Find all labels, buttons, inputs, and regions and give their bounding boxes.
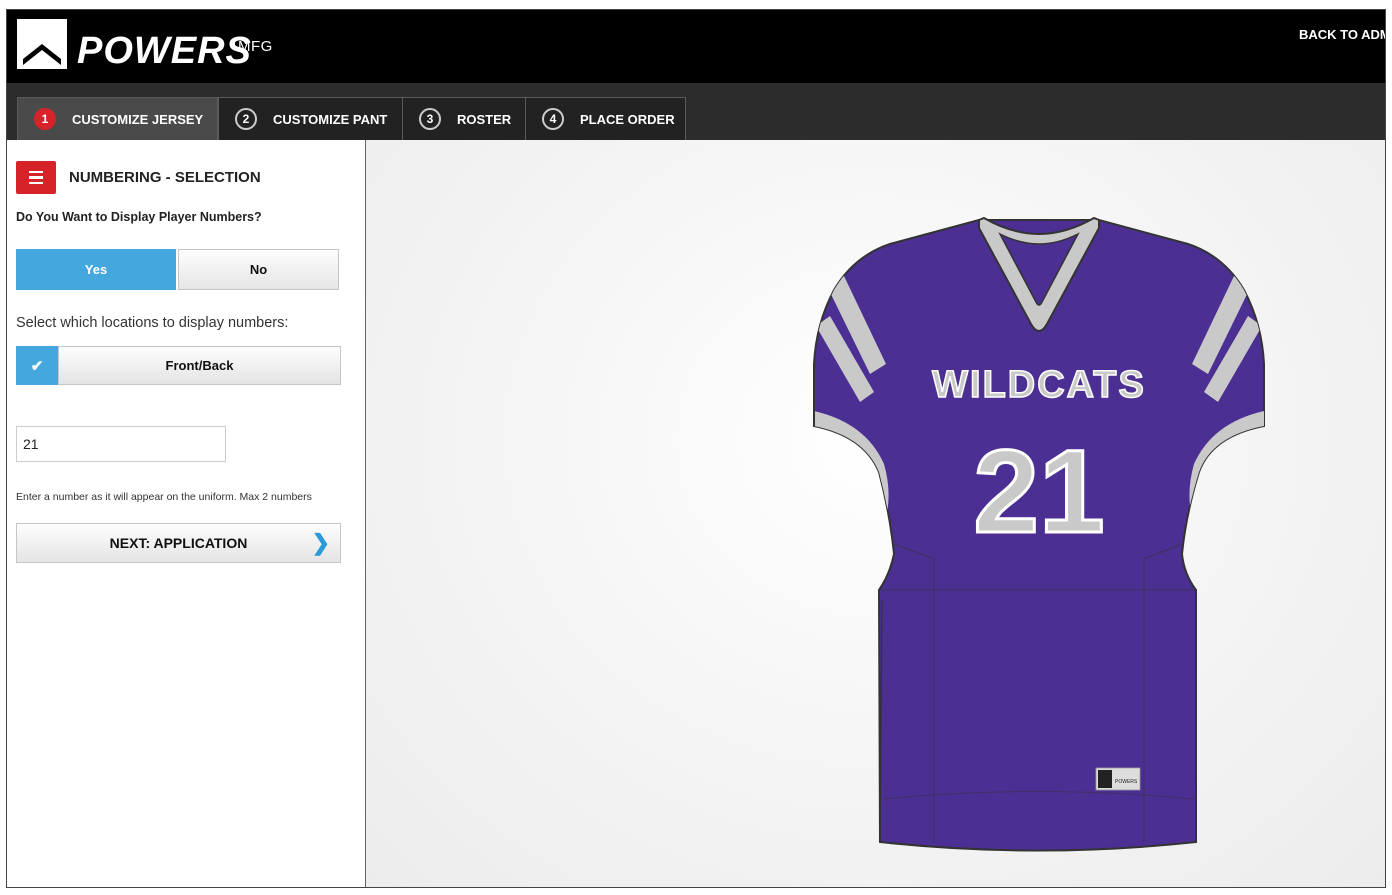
chevron-right-icon: ❯ bbox=[311, 530, 330, 555]
hamburger-icon-bar bbox=[29, 181, 43, 185]
tab-customize-jersey[interactable]: 1 CUSTOMIZE JERSEY bbox=[17, 97, 218, 151]
tab-label: CUSTOMIZE JERSEY bbox=[72, 111, 204, 127]
location-checkbox[interactable]: ✔ bbox=[16, 346, 58, 385]
next-button-label: NEXT: APPLICATION bbox=[109, 535, 248, 551]
brand-tag-text: POWERS bbox=[1115, 779, 1138, 785]
tab-customize-pant[interactable]: 2 CUSTOMIZE PANT bbox=[218, 97, 403, 140]
number-hint: Enter a number as it will appear on the … bbox=[16, 491, 312, 503]
front-back-option[interactable]: Front/Back bbox=[58, 346, 341, 385]
next-application-button[interactable]: NEXT: APPLICATION ❯ bbox=[16, 523, 341, 563]
numbers-question: Do You Want to Display Player Numbers? bbox=[16, 210, 262, 224]
jersey-image: WILDCATS 21 POWERS bbox=[813, 216, 1265, 852]
step-number: 1 bbox=[34, 108, 56, 130]
app-window: POWERS MFG BACK TO ADM 1 CUSTOMIZE JERSE… bbox=[6, 9, 1386, 888]
yes-button[interactable]: Yes bbox=[16, 249, 176, 290]
step-number: 4 bbox=[542, 108, 564, 130]
logo-icon bbox=[17, 19, 67, 69]
tab-label: CUSTOMIZE PANT bbox=[273, 111, 388, 127]
tab-label: PLACE ORDER bbox=[580, 111, 675, 127]
step-number: 2 bbox=[235, 108, 257, 130]
hamburger-icon bbox=[29, 170, 43, 174]
team-name: WILDCATS bbox=[932, 364, 1146, 406]
jersey-preview: WILDCATS 21 POWERS bbox=[366, 140, 1385, 887]
brand-logo-text: POWERS bbox=[77, 30, 252, 72]
step-navigation: 1 CUSTOMIZE JERSEY 2 CUSTOMIZE PANT 3 RO… bbox=[7, 83, 1385, 151]
menu-button[interactable] bbox=[16, 161, 56, 194]
tab-place-order[interactable]: 4 PLACE ORDER bbox=[525, 97, 686, 140]
player-number-input[interactable] bbox=[16, 426, 226, 462]
step-number: 3 bbox=[419, 108, 441, 130]
hamburger-icon-bar bbox=[29, 176, 43, 179]
section-title: NUMBERING - SELECTION bbox=[69, 169, 261, 186]
brand-suffix: MFG bbox=[238, 38, 273, 55]
no-button[interactable]: No bbox=[178, 249, 339, 290]
options-panel: NUMBERING - SELECTION Do You Want to Dis… bbox=[7, 140, 366, 887]
locations-label: Select which locations to display number… bbox=[16, 315, 289, 331]
tab-label: ROSTER bbox=[457, 111, 512, 127]
back-to-admin-link[interactable]: BACK TO ADM bbox=[1299, 27, 1385, 42]
top-bar: POWERS MFG BACK TO ADM bbox=[7, 10, 1385, 83]
checkmark-icon: ✔ bbox=[30, 357, 44, 375]
jersey-number: 21 bbox=[973, 426, 1104, 558]
tab-roster[interactable]: 3 ROSTER bbox=[402, 97, 526, 140]
